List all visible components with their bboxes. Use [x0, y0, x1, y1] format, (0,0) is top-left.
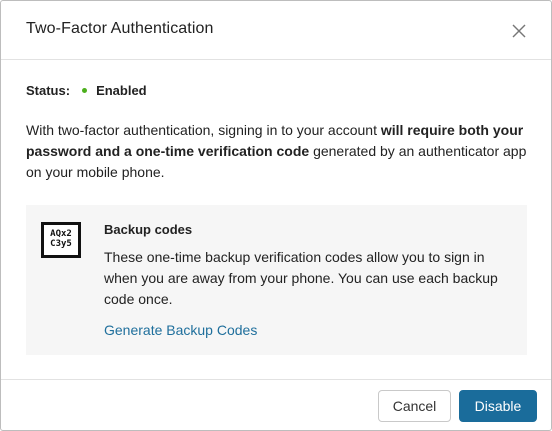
backup-codes-icon-line2: C3y5 — [50, 239, 72, 249]
backup-codes-icon: AQx2 C3y5 — [41, 222, 81, 258]
dialog-header: Two-Factor Authentication — [1, 1, 551, 60]
status-row: Status: Enabled — [26, 83, 147, 98]
backup-codes-description: These one-time backup verification codes… — [104, 249, 498, 307]
two-factor-dialog: Two-Factor Authentication Status: Enable… — [0, 0, 552, 431]
disable-button[interactable]: Disable — [459, 390, 537, 422]
description-part1: With two-factor authentication, signing … — [26, 122, 381, 138]
dialog-title: Two-Factor Authentication — [26, 20, 214, 37]
status-label: Status: — [26, 83, 71, 98]
generate-backup-codes-link[interactable]: Generate Backup Codes — [104, 322, 257, 338]
backup-codes-title: Backup codes — [104, 222, 193, 237]
close-button[interactable] — [510, 22, 528, 40]
backup-codes-panel: AQx2 C3y5 Backup codes These one-time ba… — [26, 205, 527, 355]
dialog-body: Status: Enabled With two-factor authenti… — [1, 61, 551, 379]
dialog-footer: Cancel Disable — [1, 379, 551, 430]
status-dot-icon — [82, 88, 88, 93]
status-value: Enabled — [96, 83, 147, 98]
backup-codes-icon-line1: AQx2 — [50, 229, 72, 239]
description-text: With two-factor authentication, signing … — [26, 120, 531, 183]
cancel-button[interactable]: Cancel — [378, 390, 451, 422]
close-icon — [512, 24, 526, 38]
